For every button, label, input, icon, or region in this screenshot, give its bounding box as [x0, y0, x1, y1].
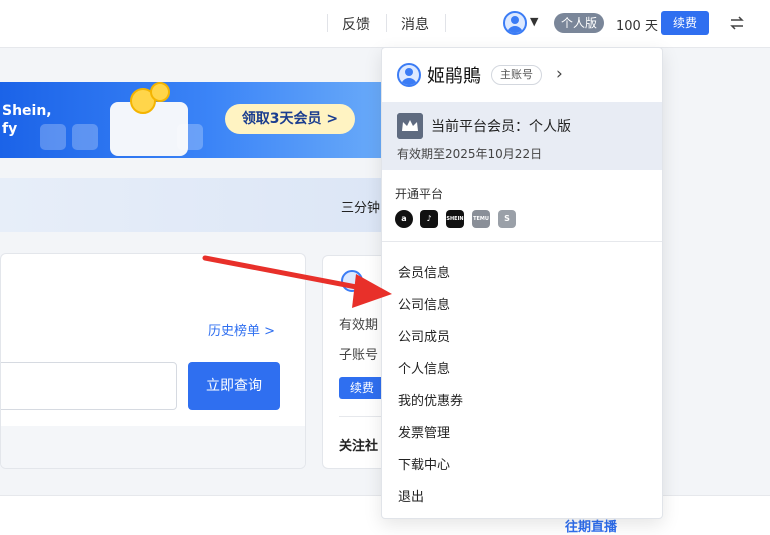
query-now-button[interactable]: 立即查询 — [188, 362, 280, 410]
search-card: 历史榜单 > 立即查询 — [0, 253, 306, 469]
claim-membership-button[interactable]: 领取3天会员 > — [225, 104, 355, 134]
decor-tile — [177, 124, 203, 150]
messages-link[interactable]: 消息 — [401, 14, 429, 34]
temu-icon: TEMU — [472, 210, 490, 228]
divider — [327, 14, 328, 32]
history-ranking-link[interactable]: 历史榜单 > — [208, 320, 275, 339]
shein-icon: SHEIN — [446, 210, 464, 228]
crown-icon — [397, 113, 423, 139]
feedback-link[interactable]: 反馈 — [342, 14, 370, 34]
platforms-label: 开通平台 — [395, 187, 444, 201]
search-input[interactable] — [1, 362, 177, 410]
switch-icon[interactable] — [728, 14, 746, 32]
account-header[interactable]: 姬鹃鵙 主账号 › — [382, 48, 662, 102]
decor-tile — [72, 124, 98, 150]
edition-badge: 个人版 — [554, 13, 605, 33]
menu-personal-info[interactable]: 个人信息 — [398, 358, 450, 377]
menu-invoices[interactable]: 发票管理 — [398, 422, 450, 441]
membership-panel: 当前平台会员：个人版 有效期至2025年10月22日 — [382, 102, 662, 170]
menu-member-info[interactable]: 会员信息 — [398, 262, 450, 281]
avatar — [397, 63, 421, 87]
divider — [445, 14, 446, 32]
caret-down-icon[interactable]: ▼ — [530, 15, 538, 28]
account-dropdown: 姬鹃鵙 主账号 › 当前平台会员：个人版 有效期至2025年10月22日 开通平… — [381, 47, 663, 519]
user-name: 姬鹃鵙 — [427, 66, 481, 87]
strip-text: 三分钟 — [341, 201, 381, 216]
renew-button[interactable]: 续费 — [661, 11, 709, 35]
chevron-right-icon[interactable]: › — [556, 64, 563, 84]
menu-logout[interactable]: 退出 — [398, 486, 424, 505]
role-badge: 主账号 — [491, 65, 542, 85]
validity-label: 有效期 — [339, 318, 379, 333]
shopify-icon: S — [498, 210, 516, 228]
days-remaining: 100 天 — [616, 19, 658, 34]
info-strip: 三分钟 — [0, 178, 382, 232]
renew-button[interactable]: 续费 — [339, 377, 385, 399]
menu-download-center[interactable]: 下载中心 — [398, 454, 450, 473]
menu-company-info[interactable]: 公司信息 — [398, 294, 450, 313]
tiktok-icon: ♪ — [420, 210, 438, 228]
avatar — [341, 270, 363, 292]
platforms-section: 开通平台 a ♪ SHEIN TEMU S — [382, 170, 662, 242]
top-bar: 反馈 消息 ▼ 个人版 100 天 续费 — [0, 0, 770, 48]
menu-coupons[interactable]: 我的优惠券 — [398, 390, 463, 409]
divider — [386, 14, 387, 32]
sub-account-label: 子账号 — [339, 348, 379, 363]
promo-banner[interactable]: Shein, fy 领取3天会员 > — [0, 82, 382, 158]
card-footer — [1, 426, 305, 468]
current-plan-text: 当前平台会员：个人版 — [431, 119, 571, 135]
decor-tile — [40, 124, 66, 150]
user-avatar-button[interactable] — [503, 11, 527, 35]
amazon-icon: a — [395, 210, 413, 228]
follow-label: 关注社 — [339, 439, 379, 454]
coin-icon — [150, 82, 170, 102]
valid-until-text: 有效期至2025年10月22日 — [397, 147, 543, 161]
menu-company-members[interactable]: 公司成员 — [398, 326, 450, 345]
